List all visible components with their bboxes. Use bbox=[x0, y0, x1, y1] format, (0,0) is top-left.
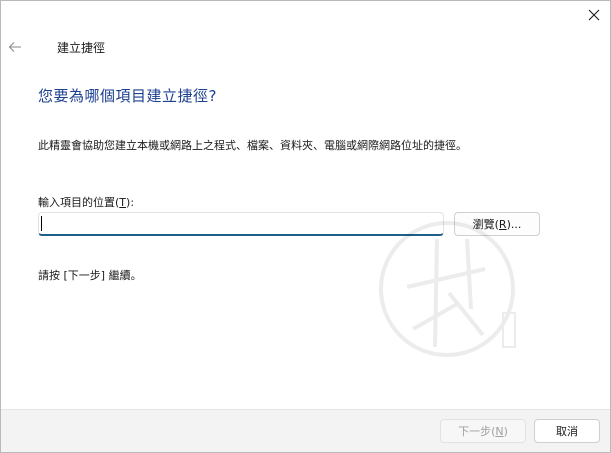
next-label-prefix: 下一步( bbox=[458, 425, 496, 438]
dialog-footer: 下一步(N) 取消 bbox=[1, 409, 610, 452]
continue-hint: 請按 [下一步] 繼續。 bbox=[38, 269, 142, 282]
location-label-suffix: ): bbox=[126, 196, 135, 209]
wizard-description: 此精靈會協助您建立本機或網路上之程式、檔案、資料夾、電腦或網際網路位址的捷徑。 bbox=[38, 139, 467, 152]
location-input-label: 輸入項目的位置(T): bbox=[38, 194, 134, 210]
watermark-seal-icon bbox=[379, 221, 516, 357]
next-label-suffix: ) bbox=[503, 424, 508, 438]
text-caret bbox=[41, 216, 42, 231]
create-shortcut-dialog: 建立捷徑 您要為哪個項目建立捷徑? 此精靈會協助您建立本機或網路上之程式、檔案、… bbox=[0, 0, 611, 453]
cancel-button[interactable]: 取消 bbox=[534, 419, 600, 443]
back-button[interactable] bbox=[5, 37, 25, 57]
close-button[interactable] bbox=[580, 3, 608, 27]
close-icon bbox=[588, 9, 600, 21]
back-arrow-icon bbox=[8, 42, 21, 52]
dialog-title: 建立捷徑 bbox=[57, 41, 106, 55]
next-button[interactable]: 下一步(N) bbox=[440, 419, 526, 443]
next-label-accesskey: N bbox=[495, 424, 504, 438]
page-heading: 您要為哪個項目建立捷徑? bbox=[38, 87, 217, 105]
location-label-prefix: 輸入項目的位置( bbox=[38, 196, 120, 209]
